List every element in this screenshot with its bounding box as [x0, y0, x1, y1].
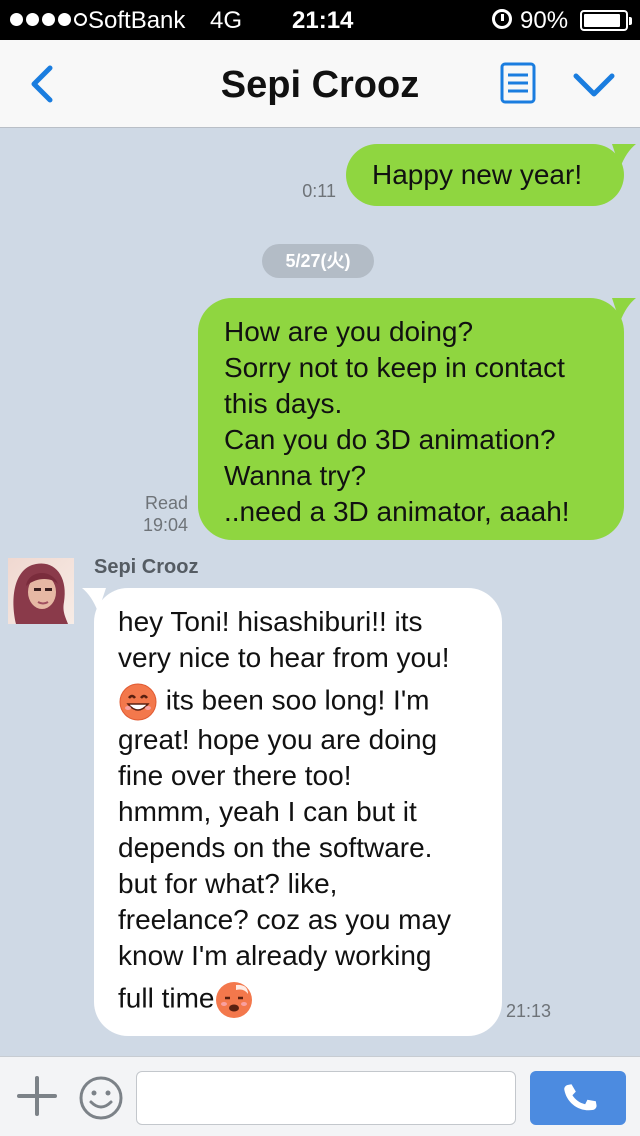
message-list[interactable]: 0:11 Happy new year! 5/27(火) Read 19:04 … [0, 128, 640, 1056]
dizzy-face-emoji [216, 982, 253, 1018]
message-line: How are you doing? [224, 316, 474, 347]
call-button[interactable] [530, 1071, 626, 1125]
chat-title: Sepi Crooz [220, 64, 420, 106]
battery-icon [580, 10, 632, 31]
message-line: this days. [224, 388, 343, 419]
message-line: hmmm, yeah I can but it [118, 796, 417, 827]
message-line: ..need a 3D animator, aaah! [224, 496, 570, 527]
alarm-icon [492, 9, 512, 29]
message-line: depends on the software. [118, 832, 433, 863]
sender-name: Sepi Crooz [94, 556, 199, 578]
message-line: hey Toni! hisashiburi!! its [118, 606, 423, 637]
message-line: know I'm already working [118, 940, 432, 971]
date-separator: 5/27(火) [262, 244, 374, 278]
smiley-icon[interactable] [78, 1075, 124, 1121]
message-line-with-emoji: full time [118, 980, 502, 1020]
outgoing-message-bubble[interactable]: How are you doing? Sorry not to keep in … [198, 298, 636, 540]
avatar[interactable] [8, 558, 74, 624]
outgoing-message-bubble[interactable]: Happy new year! [346, 144, 636, 206]
phone-icon [564, 1084, 597, 1111]
message-line-with-emoji: its been soo long! I'm [118, 682, 502, 722]
carrier-name: SoftBank [88, 7, 186, 34]
incoming-message-bubble[interactable]: hey Toni! hisashiburi!! its very nice to… [82, 588, 502, 1036]
message-text: Happy new year! [372, 159, 583, 190]
message-meta: Read 19:04 [126, 492, 188, 536]
message-time: 21:13 [506, 1001, 552, 1021]
signal-strength-icon [10, 13, 87, 26]
message-line: Wanna try? [224, 460, 367, 491]
message-input[interactable] [136, 1071, 516, 1125]
chat-header: Sepi Crooz [0, 40, 640, 128]
message-time: 19:04 [142, 515, 188, 535]
plus-icon[interactable] [16, 1075, 58, 1117]
status-bar: SoftBank 4G 21:14 90% [0, 0, 640, 40]
notes-icon[interactable] [500, 62, 536, 104]
message-line: Can you do 3D animation? [224, 424, 556, 455]
message-line: great! hope you are doing [118, 724, 438, 755]
battery-percentage: 90% [520, 7, 569, 34]
read-receipt: Read [144, 493, 188, 513]
network-type: 4G [210, 7, 243, 34]
chevron-down-icon[interactable] [572, 70, 616, 100]
message-time: 0:11 [302, 181, 336, 201]
message-line: Sorry not to keep in contact [224, 352, 565, 383]
status-time: 21:14 [292, 7, 354, 34]
message-line: but for what? like, [118, 868, 338, 899]
message-line: very nice to hear from you! [118, 642, 450, 673]
grinning-face-emoji [119, 683, 157, 721]
message-line: fine over there too! [118, 760, 352, 791]
message-input-bar [0, 1056, 640, 1136]
message-line: freelance? coz as you may [118, 904, 452, 935]
